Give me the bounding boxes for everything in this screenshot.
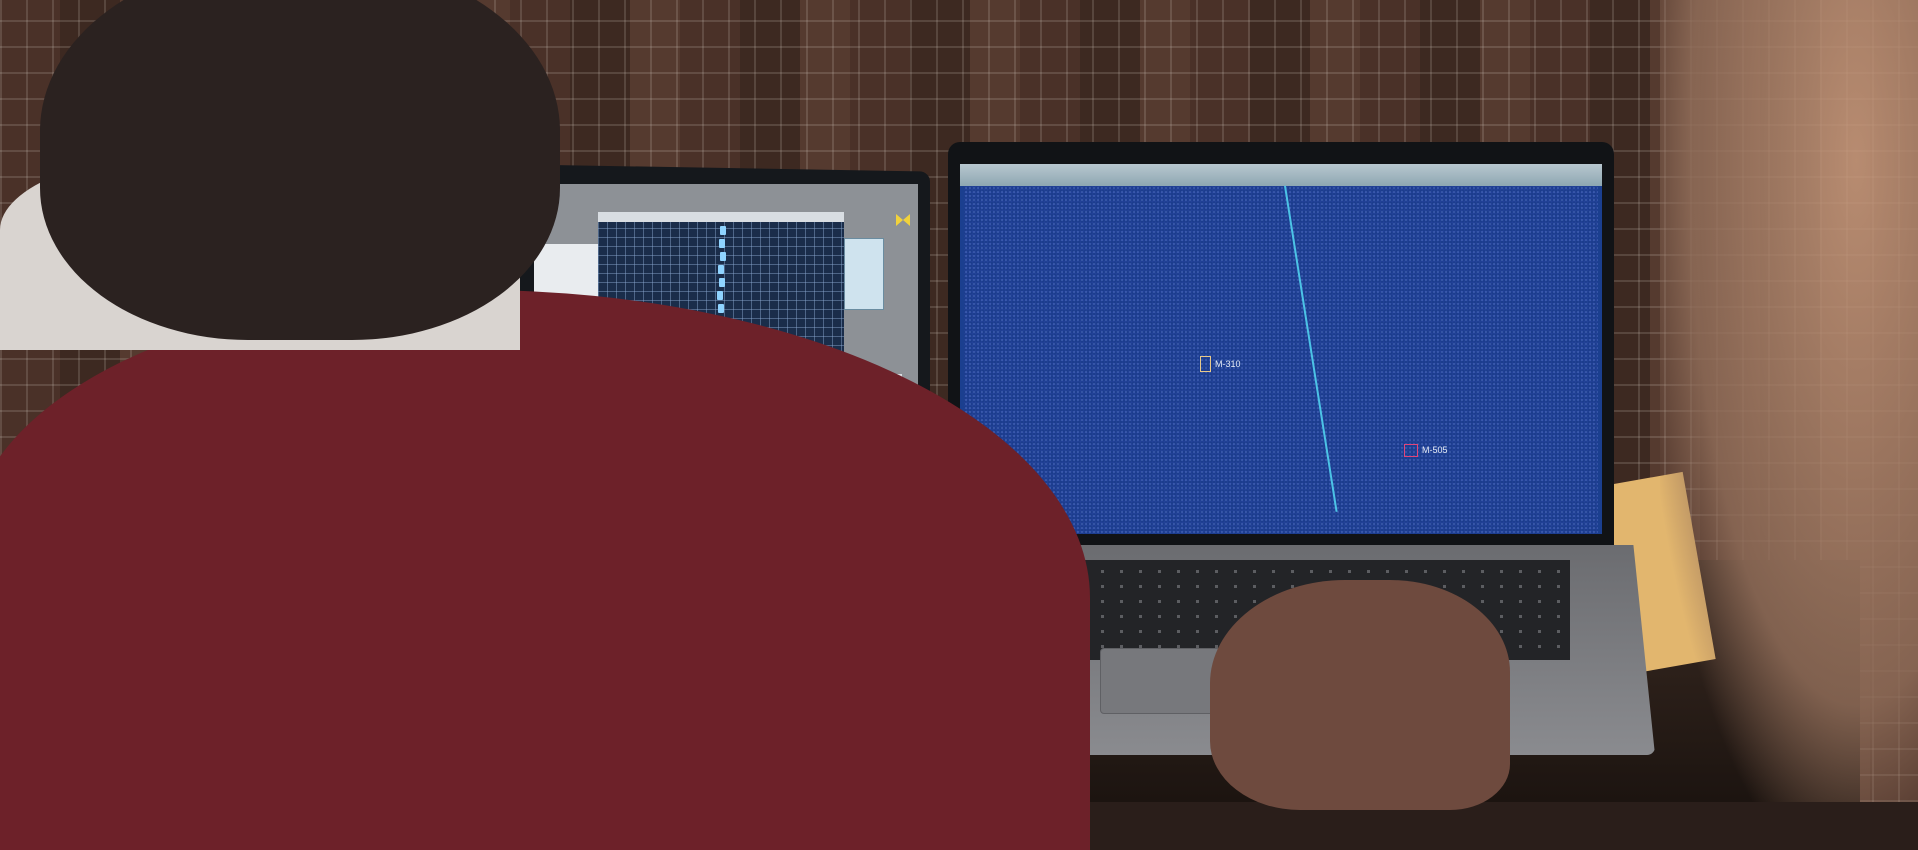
window-titlebar[interactable] (960, 164, 1602, 186)
signal-dot (719, 239, 725, 248)
right-laptop-screen: M-310 M-505 (960, 164, 1602, 534)
signal-dot (718, 265, 724, 274)
target-label-m310: M-310 (1215, 359, 1241, 369)
blurred-person-shoulder (1660, 0, 1918, 802)
signal-dot (720, 226, 726, 235)
person-hand (1210, 580, 1510, 810)
target-marker-m505[interactable] (1404, 444, 1418, 457)
target-marker-m310[interactable] (1200, 356, 1211, 372)
target-label-m505: M-505 (1422, 445, 1448, 455)
info-panel (844, 238, 884, 310)
person-head (40, 0, 560, 340)
signal-dot (720, 252, 726, 261)
app-logo-icon (896, 214, 910, 226)
signal-dot (717, 291, 723, 300)
track-line (1284, 185, 1338, 512)
signal-dot (718, 304, 724, 313)
signal-dot (719, 278, 725, 287)
radar-plot[interactable]: M-310 M-505 (964, 185, 1598, 534)
